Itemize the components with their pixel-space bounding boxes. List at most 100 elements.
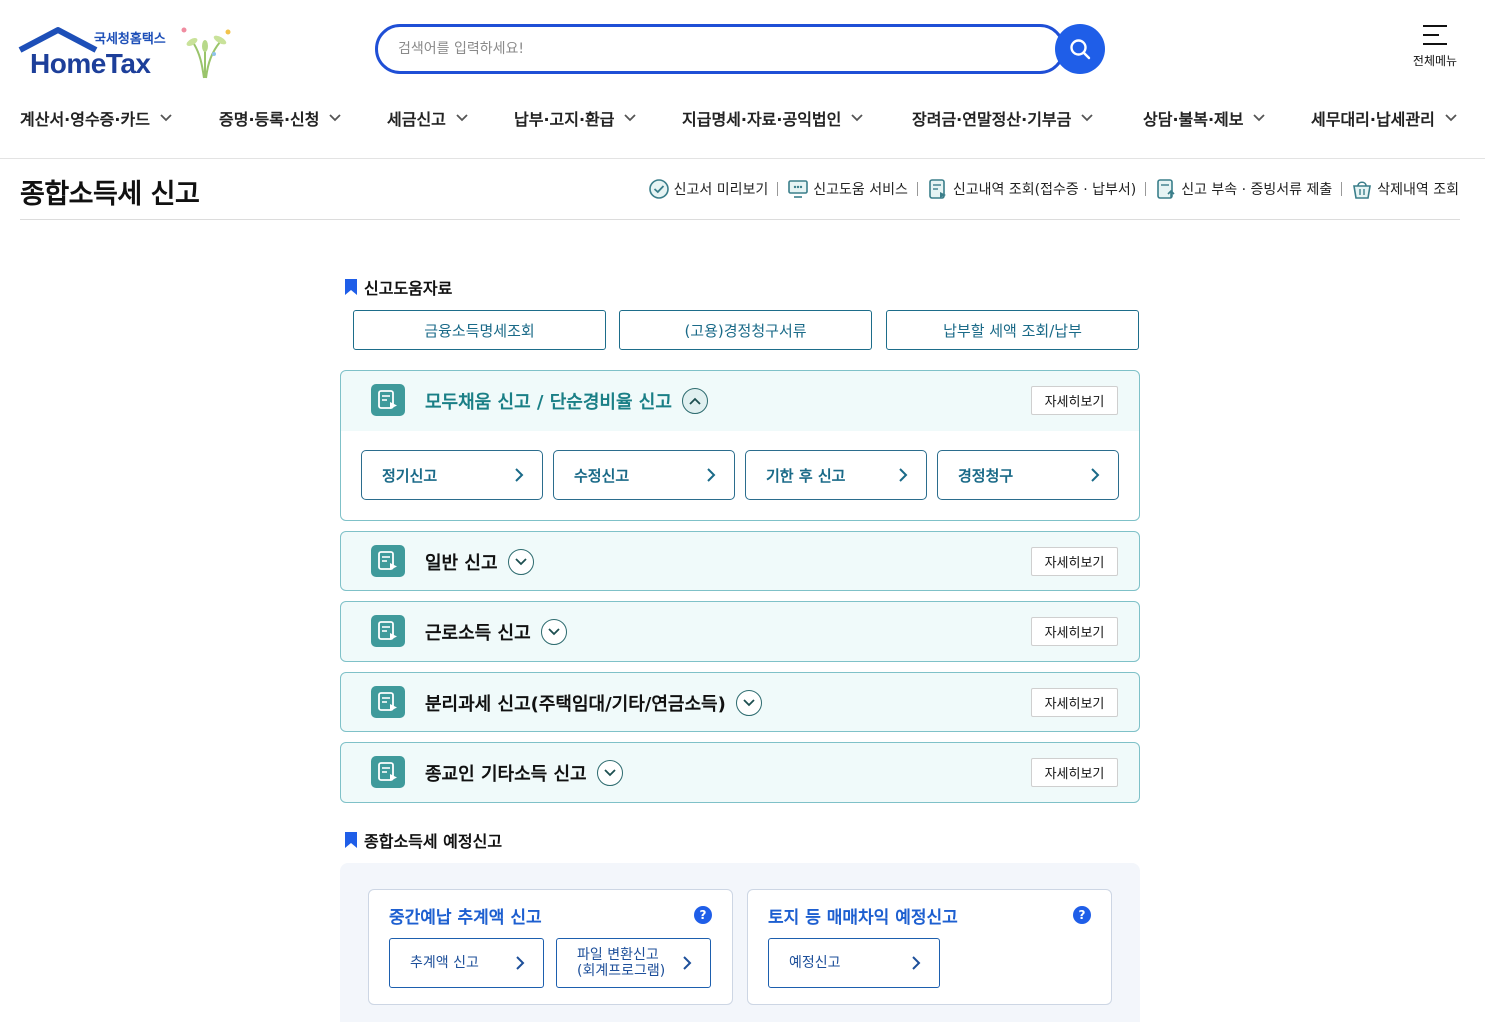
estimated-amount-report-button[interactable]: 추계액 신고 [389, 938, 544, 988]
gnb-label: 증명·등록·신청 [219, 110, 320, 129]
flower-icon [181, 27, 231, 79]
amended-report-button[interactable]: 수정신고 [553, 450, 735, 500]
chevron-down-icon [160, 114, 172, 122]
button-label: 예정신고 [789, 955, 841, 971]
check-circle-icon [648, 179, 669, 199]
bookmark-icon [345, 832, 357, 848]
gnb-item-tax-report[interactable]: 세금신고 [387, 106, 468, 130]
gnb-label: 세금신고 [387, 110, 446, 129]
gnb-item-incentive[interactable]: 장려금·연말정산·기부금 [912, 106, 1093, 130]
help-question-icon[interactable]: ? [694, 906, 712, 924]
accordion-header[interactable]: 근로소득 신고 자세히보기 [341, 602, 1139, 662]
financial-income-button[interactable]: 금융소득명세조회 [353, 310, 606, 350]
accordion-title: 모두채움 신고 / 단순경비율 신고 [425, 392, 672, 413]
interim-prepayment-card: 중간예납 추계액 신고 ? 추계액 신고 파일 변환신고 (회계프로그램) [368, 889, 733, 1005]
document-submit-link[interactable]: 신고 부속 · 증빙서류 제출 [1155, 178, 1332, 200]
accordion-header[interactable]: 일반 신고 자세히보기 [341, 532, 1139, 592]
regular-report-button[interactable]: 정기신고 [361, 450, 543, 500]
card-title: 토지 등 매매차익 예정신고 [768, 908, 958, 928]
detail-button[interactable]: 자세히보기 [1031, 386, 1118, 415]
accordion-header[interactable]: 분리과세 신고(주택임대/기타/연금소득) 자세히보기 [341, 673, 1139, 733]
chevron-right-icon [516, 956, 525, 970]
help-question-icon[interactable]: ? [1073, 906, 1091, 924]
gnb-item-payment[interactable]: 납부·고지·환급 [514, 106, 637, 130]
accordion-simple-report: 모두채움 신고 / 단순경비율 신고 자세히보기 정기신고 수정신고 기한 후 … [340, 370, 1140, 521]
utility-links: 신고서 미리보기 신고도움 서비스 신고내역 조회(접수증 · 납부서) 신고 … [648, 178, 1459, 200]
help-section-title: 신고도움자료 [344, 275, 452, 299]
document-search-icon [929, 179, 946, 199]
report-document-icon [371, 686, 405, 718]
hometax-logo[interactable]: 국세청홈택스 HomeTax [18, 22, 238, 82]
correction-claim-docs-button[interactable]: (고용)경정청구서류 [619, 310, 872, 350]
report-document-icon [371, 756, 405, 788]
gnb-label: 납부·고지·환급 [514, 110, 615, 129]
button-label: 기한 후 신고 [766, 466, 846, 485]
chevron-down-icon [1081, 114, 1093, 122]
gnb-item-certificate[interactable]: 증명·등록·신청 [219, 106, 342, 130]
accordion-body: 정기신고 수정신고 기한 후 신고 경정청구 [341, 431, 1139, 520]
late-report-button[interactable]: 기한 후 신고 [745, 450, 927, 500]
land-trading-profit-card: 토지 등 매매차익 예정신고 ? 예정신고 [747, 889, 1112, 1005]
search-input[interactable] [398, 38, 1018, 60]
report-history-link[interactable]: 신고내역 조회(접수증 · 납부서) [927, 178, 1136, 200]
chevron-right-icon [683, 956, 692, 970]
search-button[interactable] [1055, 24, 1105, 74]
detail-button[interactable]: 자세히보기 [1031, 617, 1118, 646]
detail-button[interactable]: 자세히보기 [1031, 688, 1118, 717]
chevron-up-icon[interactable] [681, 388, 708, 414]
chevron-down-icon[interactable] [735, 690, 762, 716]
report-document-icon [371, 545, 405, 577]
gnb-item-invoice[interactable]: 계산서·영수증·카드 [20, 106, 172, 130]
gnb-label: 지급명세·자료·공익법인 [682, 110, 842, 129]
preliminary-report-button[interactable]: 예정신고 [768, 938, 940, 988]
chevron-down-icon [1445, 114, 1457, 122]
chevron-down-icon[interactable] [540, 619, 567, 645]
accordion-separate-tax-report: 분리과세 신고(주택임대/기타/연금소득) 자세히보기 [340, 672, 1140, 732]
logo-title: HomeTax [30, 48, 151, 79]
gnb-item-agent[interactable]: 세무대리·납세관리 [1311, 106, 1457, 130]
tax-payment-button[interactable]: 납부할 세액 조회/납부 [886, 310, 1139, 350]
gnb-item-statement[interactable]: 지급명세·자료·공익법인 [682, 106, 863, 130]
button-label: 경정청구 [958, 466, 1014, 485]
util-label: 삭제내역 조회 [1377, 182, 1459, 198]
chevron-right-icon [515, 468, 524, 482]
chevron-down-icon[interactable] [596, 760, 623, 786]
util-label: 신고 부속 · 증빙서류 제출 [1181, 182, 1333, 198]
section-title-text: 종합소득세 예정신고 [364, 832, 503, 851]
chevron-down-icon[interactable] [507, 549, 534, 575]
chevron-right-icon [899, 468, 908, 482]
pre-report-panel: 중간예납 추계액 신고 ? 추계액 신고 파일 변환신고 (회계프로그램) 토지… [340, 863, 1140, 1022]
hamburger-icon [1423, 25, 1447, 45]
accordion-header[interactable]: 모두채움 신고 / 단순경비율 신고 자세히보기 [341, 371, 1139, 431]
chevron-right-icon [707, 468, 716, 482]
title-divider [20, 219, 1460, 220]
chevron-down-icon [456, 114, 468, 122]
correction-claim-button[interactable]: 경정청구 [937, 450, 1119, 500]
trash-basket-icon [1353, 181, 1372, 199]
all-menu-label: 전체메뉴 [1412, 54, 1458, 68]
preview-link[interactable]: 신고서 미리보기 [648, 178, 768, 200]
gnb-item-consult[interactable]: 상담·불복·제보 [1143, 106, 1266, 130]
report-document-icon [371, 615, 405, 647]
button-label: 파일 변환신고 (회계프로그램) [577, 947, 666, 979]
accordion-religious-income-report: 종교인 기타소득 신고 자세히보기 [340, 742, 1140, 803]
deleted-history-link[interactable]: 삭제내역 조회 [1351, 178, 1459, 200]
card-title: 중간예납 추계액 신고 [389, 908, 542, 928]
file-conversion-report-button[interactable]: 파일 변환신고 (회계프로그램) [556, 938, 711, 988]
accordion-earned-income-report: 근로소득 신고 자세히보기 [340, 601, 1140, 662]
accordion-header[interactable]: 종교인 기타소득 신고 자세히보기 [341, 743, 1139, 803]
util-divider [916, 182, 918, 196]
all-menu-button[interactable]: 전체메뉴 [1405, 24, 1465, 76]
search-icon [1070, 39, 1091, 60]
gnb-label: 장려금·연말정산·기부금 [912, 110, 1072, 129]
gnb-label: 세무대리·납세관리 [1311, 110, 1435, 129]
bookmark-icon [345, 279, 357, 295]
help-service-link[interactable]: 신고도움 서비스 [787, 178, 908, 200]
detail-button[interactable]: 자세히보기 [1031, 547, 1118, 576]
util-divider [777, 182, 779, 196]
search-box [375, 24, 1065, 74]
detail-button[interactable]: 자세히보기 [1031, 758, 1118, 787]
chevron-down-icon [1253, 114, 1266, 122]
document-upload-icon [1157, 179, 1175, 199]
util-label: 신고도움 서비스 [813, 182, 908, 198]
